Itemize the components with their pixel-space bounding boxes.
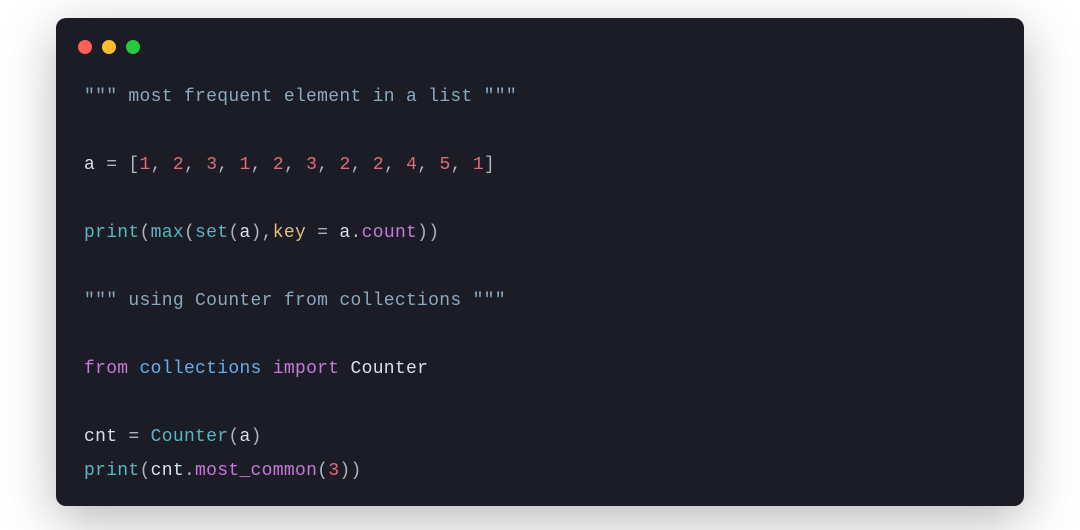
code-token: ( <box>228 427 239 447</box>
code-token: Counter <box>151 427 229 447</box>
code-frame: """ most frequent element in a list """ … <box>56 18 1024 506</box>
code-block: """ most frequent element in a list """ … <box>84 80 996 488</box>
close-icon[interactable] <box>78 40 92 54</box>
code-token <box>339 359 350 379</box>
code-line: print(max(set(a),key = a.count)) <box>84 216 996 250</box>
code-line <box>84 250 996 284</box>
minimize-icon[interactable] <box>102 40 116 54</box>
code-token: ( <box>184 223 195 243</box>
code-token: Counter <box>351 359 429 379</box>
code-token: , <box>351 155 373 175</box>
code-token: a <box>239 223 250 243</box>
code-line <box>84 182 996 216</box>
code-token: 3 <box>328 461 339 481</box>
code-token: ( <box>140 461 151 481</box>
code-token: most_common <box>195 461 317 481</box>
code-token: , <box>284 155 306 175</box>
code-token: )) <box>339 461 361 481</box>
code-token: 1 <box>473 155 484 175</box>
code-token: 2 <box>373 155 384 175</box>
code-line <box>84 318 996 352</box>
code-token: """ <box>84 291 117 311</box>
code-token: using Counter from collections <box>117 291 472 311</box>
code-token: 1 <box>240 155 251 175</box>
code-line: """ using Counter from collections """ <box>84 284 996 318</box>
code-token <box>128 359 139 379</box>
code-token: 2 <box>173 155 184 175</box>
code-line <box>84 114 996 148</box>
code-token: . <box>351 223 362 243</box>
code-token: print <box>84 223 140 243</box>
code-token: ) <box>251 427 262 447</box>
code-token: cnt <box>84 427 128 447</box>
code-line: print(cnt.most_common(3)) <box>84 454 996 488</box>
code-token: 3 <box>206 155 217 175</box>
code-token: )) <box>417 223 439 243</box>
code-token: count <box>362 223 418 243</box>
code-token: = <box>306 223 339 243</box>
code-token: ( <box>228 223 239 243</box>
code-line: cnt = Counter(a) <box>84 420 996 454</box>
code-token: a <box>84 155 106 175</box>
code-token: , <box>384 155 406 175</box>
code-token: , <box>151 155 173 175</box>
code-token: 3 <box>306 155 317 175</box>
code-token: ), <box>251 223 273 243</box>
code-token: ( <box>317 461 328 481</box>
code-token: = [ <box>106 155 139 175</box>
code-token: a <box>239 427 250 447</box>
code-token: most frequent element in a list <box>117 87 483 107</box>
code-token: set <box>195 223 228 243</box>
code-token: import <box>273 359 340 379</box>
code-token: 4 <box>406 155 417 175</box>
code-line: from collections import Counter <box>84 352 996 386</box>
code-token: , <box>417 155 439 175</box>
code-token: ( <box>140 223 151 243</box>
code-token: , <box>251 155 273 175</box>
code-token: = <box>128 427 150 447</box>
code-token: from <box>84 359 128 379</box>
code-token: . <box>184 461 195 481</box>
code-token <box>262 359 273 379</box>
code-token: 2 <box>340 155 351 175</box>
code-line: """ most frequent element in a list """ <box>84 80 996 114</box>
code-token: , <box>184 155 206 175</box>
code-token: , <box>217 155 239 175</box>
code-token: , <box>451 155 473 175</box>
code-window: """ most frequent element in a list """ … <box>56 18 1024 506</box>
code-token: , <box>317 155 339 175</box>
code-token: """ <box>84 87 117 107</box>
code-token: key <box>273 223 306 243</box>
code-token: 1 <box>140 155 151 175</box>
code-token: a <box>339 223 350 243</box>
code-token: """ <box>473 291 506 311</box>
code-token: cnt <box>151 461 184 481</box>
code-token: max <box>151 223 184 243</box>
code-token: ] <box>484 155 495 175</box>
code-token: 2 <box>273 155 284 175</box>
code-token: """ <box>484 87 517 107</box>
code-token: 5 <box>439 155 450 175</box>
maximize-icon[interactable] <box>126 40 140 54</box>
code-line <box>84 386 996 420</box>
code-line: a = [1, 2, 3, 1, 2, 3, 2, 2, 4, 5, 1] <box>84 148 996 182</box>
window-controls <box>78 40 140 54</box>
code-token: print <box>84 461 140 481</box>
code-token: collections <box>140 359 262 379</box>
